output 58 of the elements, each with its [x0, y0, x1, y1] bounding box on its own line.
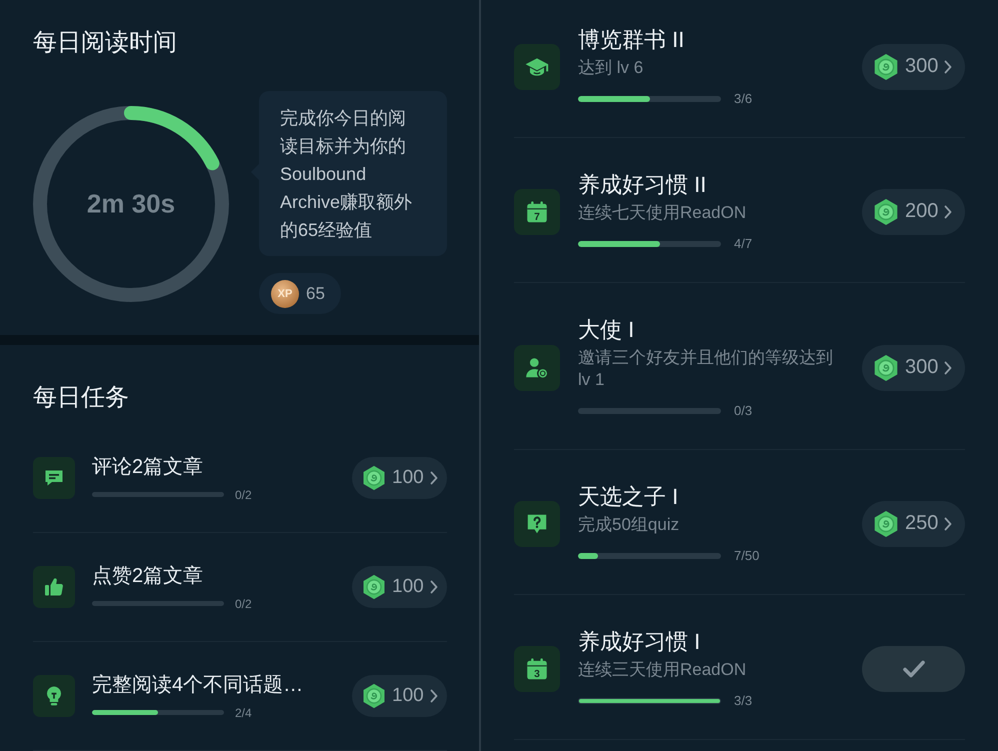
reading-time: 2m 30s [86, 188, 176, 220]
hexagon-coin-icon [872, 510, 900, 538]
hexagon-coin-icon [872, 52, 900, 80]
achievement-description: 连续三天使用ReadON [578, 659, 746, 681]
tip-text: 完成你今日的阅读目标并为你的Soulbound Archive赚取额外的65经验值 [280, 107, 414, 242]
check-icon [902, 658, 926, 678]
hexagon-coin-icon [872, 354, 900, 382]
progress-count: 0/3 [734, 403, 752, 419]
achievement-title: 天选之子 I [578, 483, 678, 511]
reward-button[interactable]: 100 [352, 566, 447, 608]
chevron-icon [430, 580, 438, 594]
reward-button[interactable]: 300 [862, 344, 965, 390]
hexagon-coin-icon [361, 574, 387, 600]
chevron-icon [430, 471, 438, 485]
reward-button[interactable]: 200 [862, 188, 965, 234]
chevron-icon [944, 204, 952, 218]
hexagon-coin-icon [361, 465, 387, 491]
section-title: 每日阅读时间 [33, 28, 177, 58]
calendar-icon: 7 [514, 188, 560, 234]
reward-button[interactable]: 300 [862, 44, 965, 90]
question-bubble-icon [514, 500, 560, 546]
calendar-icon: 3 [514, 646, 560, 692]
achievement-title: 养成好习惯 I [578, 628, 700, 656]
xp-coin: XP [271, 280, 299, 308]
achievement-description: 连续七天使用ReadON [578, 202, 746, 224]
achievement-title: 养成好习惯 II [578, 171, 706, 199]
achievement-title: 大使 I [578, 316, 634, 344]
task-title: 点赞2篇文章 [92, 564, 204, 588]
hexagon-coin-icon [872, 198, 900, 226]
progress-count: 0/2 [235, 596, 252, 610]
progress-count: 4/7 [734, 236, 752, 252]
chevron-icon [430, 689, 438, 703]
reward-button[interactable]: 100 [352, 457, 447, 499]
achievement-description: 邀请三个好友并且他们的等级达到 lv 1 [578, 347, 834, 391]
chevron-icon [944, 516, 952, 530]
comment-icon [33, 457, 75, 499]
task-title: 完整阅读4个不同话题… [92, 672, 304, 696]
achievement-title: 博览群书 II [578, 26, 684, 54]
chevron-icon [944, 60, 952, 74]
achievement-description: 完成50组quiz [578, 514, 680, 536]
progress-count: 3/6 [734, 91, 752, 107]
lightbulb-icon [33, 675, 75, 717]
thumbs-up-icon [33, 566, 75, 608]
hexagon-coin-icon [361, 683, 387, 709]
progress-count: 0/2 [235, 488, 252, 502]
progress-count: 3/3 [734, 693, 752, 709]
progress-count: 7/50 [734, 548, 760, 564]
task-title: 评论2篇文章 [92, 454, 204, 478]
achievement-description: 达到 lv 6 [578, 57, 644, 79]
claimed-button[interactable] [862, 646, 965, 692]
user-coin-icon [514, 344, 560, 390]
graduation-cap-icon [514, 44, 560, 90]
chevron-icon [944, 360, 952, 374]
section-title: 每日任务 [33, 383, 129, 413]
reward-button[interactable]: 250 [862, 500, 965, 546]
reward-button[interactable]: 100 [352, 675, 447, 717]
xp-value: 65 [306, 284, 325, 304]
progress-count: 2/4 [235, 706, 252, 720]
